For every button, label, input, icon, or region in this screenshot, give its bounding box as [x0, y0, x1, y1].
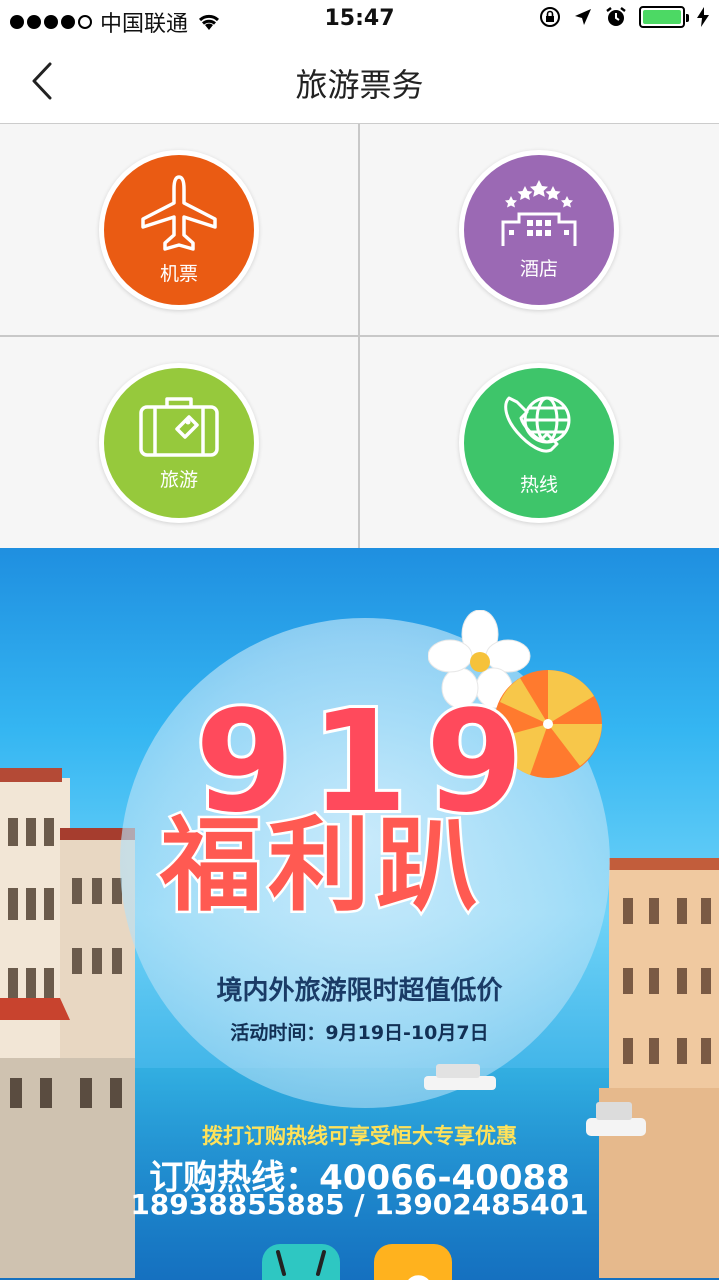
service-cell-hotline: 热线 [360, 337, 718, 548]
phone-globe-icon [504, 396, 571, 453]
promo-banner[interactable]: 919 福利趴 境内外旅游限时超值低价 活动时间：9月19日-10月7日 拨打订… [0, 548, 719, 1280]
status-right [539, 6, 709, 28]
service-cell-tour: 旅游 [0, 337, 358, 548]
tour-button[interactable]: 旅游 [99, 362, 259, 523]
battery-fill [643, 10, 681, 24]
navigation-bar: 旅游票务 [0, 40, 719, 124]
service-cell-flight: 机票 [0, 124, 358, 335]
cloud-app-icon [408, 1275, 429, 1280]
app-icon-orange[interactable] [374, 1244, 452, 1280]
headline-text: 福利趴 [158, 807, 484, 926]
flight-label: 机票 [159, 263, 198, 285]
banner-subtitle: 境内外旅游限时超值低价 [216, 976, 503, 1006]
event-period: 活动时间：9月19日-10月7日 [230, 1022, 489, 1044]
battery-icon [639, 6, 689, 28]
app-icon-mascot[interactable] [262, 1244, 340, 1280]
charging-icon [697, 7, 709, 27]
hotel-button[interactable]: 酒店 [459, 149, 619, 310]
hotel-icon [501, 180, 577, 246]
status-bar: 中国联通 15:47 [0, 0, 719, 40]
hotline-label: 热线 [519, 474, 558, 496]
hotel-label: 酒店 [519, 258, 558, 280]
location-arrow-icon [575, 9, 591, 25]
page-title: 旅游票务 [295, 66, 424, 104]
contact-phones: 18938855885 / 13902485401 [130, 1188, 589, 1221]
airplane-icon [141, 175, 217, 251]
boat-icon [424, 1064, 496, 1090]
mascot-icon [276, 1250, 326, 1276]
tour-label: 旅游 [159, 469, 198, 491]
service-grid: 机票 酒店 旅游 热线 [0, 124, 719, 548]
promo-note: 拨打订购热线可享受恒大专享优惠 [202, 1124, 517, 1148]
hotline-button[interactable]: 热线 [459, 362, 619, 523]
suitcase-icon [139, 397, 219, 457]
orientation-lock-icon [540, 7, 560, 27]
alarm-icon [606, 7, 626, 26]
service-cell-hotel: 酒店 [360, 124, 718, 335]
flight-button[interactable]: 机票 [99, 149, 259, 310]
